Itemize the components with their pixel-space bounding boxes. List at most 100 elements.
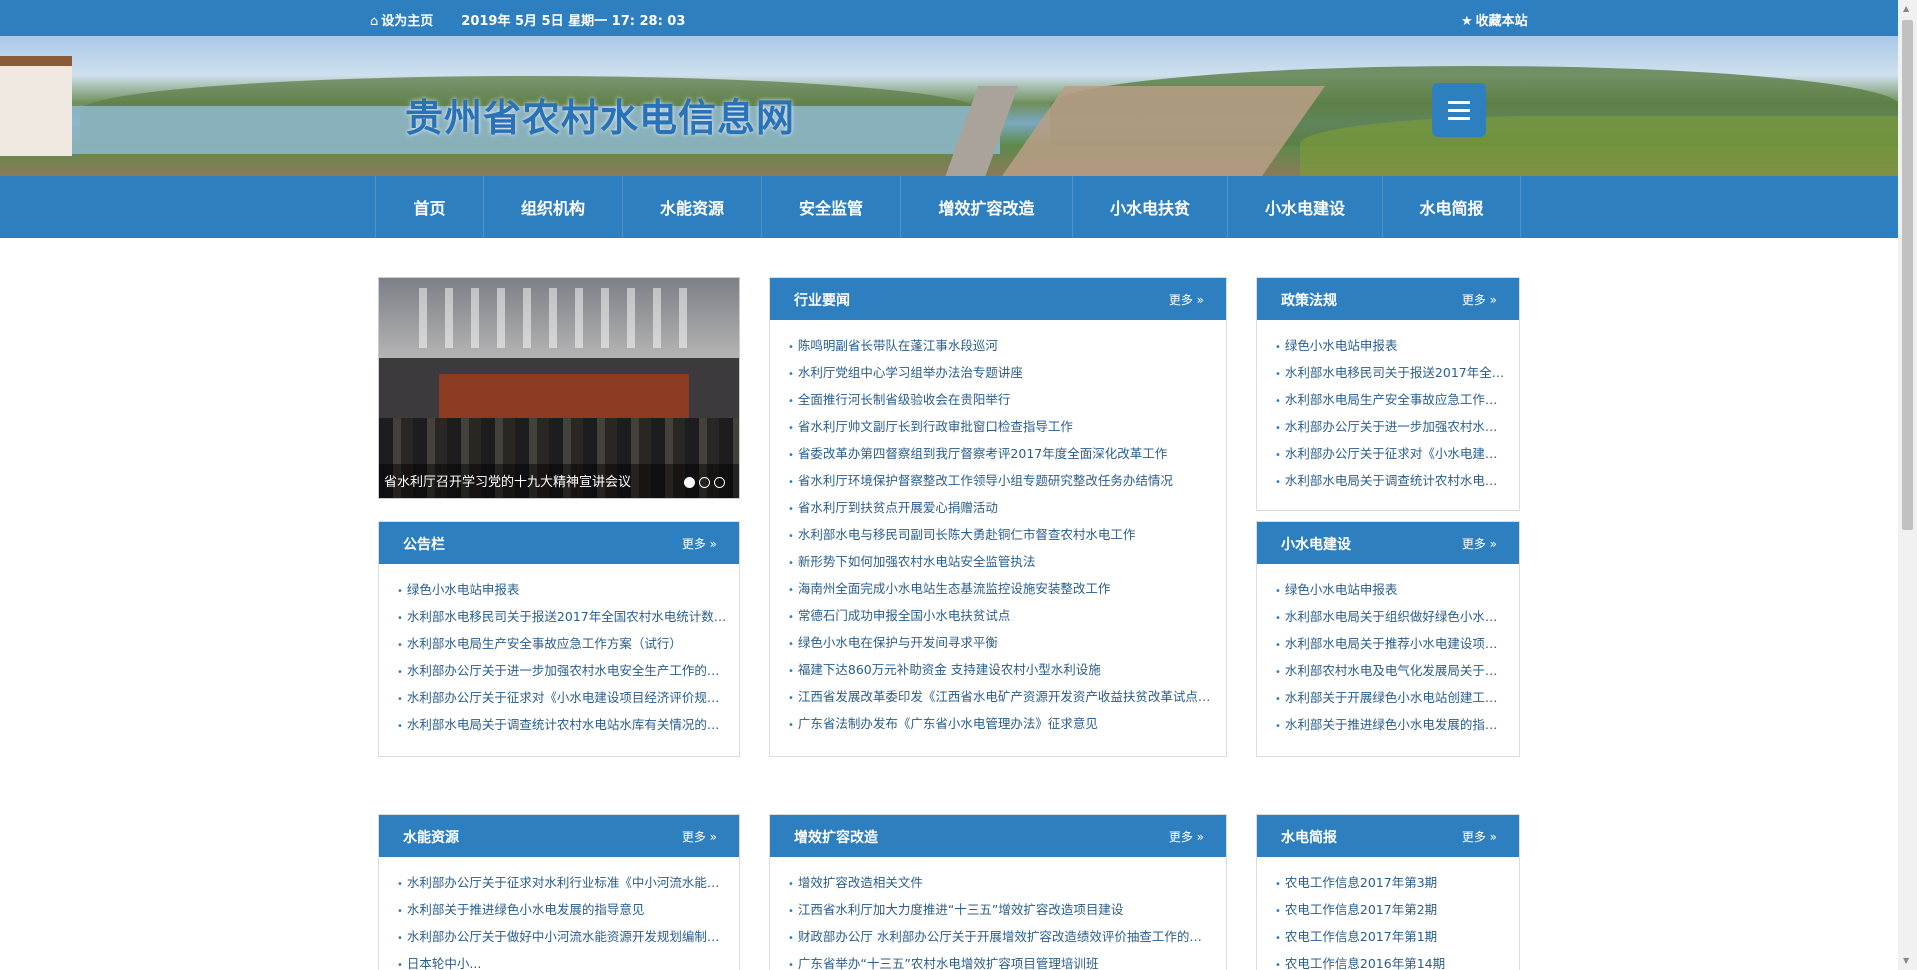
news-list-item[interactable]: 省水利厅环境保护督察整改工作领导小组专题研究整改任务办结情况 bbox=[788, 467, 1226, 494]
nav-item-upgrade[interactable]: 增效扩容改造 bbox=[901, 176, 1073, 238]
news-list-item[interactable]: 水利部办公厅关于进一步加强农村水电安全生产工作的通知 bbox=[397, 657, 739, 684]
news-list-item[interactable]: 水利部水电局关于调查统计农村水电站水库有关情况的通知 bbox=[397, 711, 739, 738]
slide-dot[interactable] bbox=[699, 477, 710, 488]
nav-item-bulletin[interactable]: 水电简报 bbox=[1383, 176, 1521, 238]
news-list-item[interactable]: 绿色小水电站申报表 bbox=[397, 576, 739, 603]
scroll-up-icon[interactable]: ▲ bbox=[1903, 4, 1909, 13]
news-list: 增效扩容改造相关文件江西省水利厅加大力度推进“十三五”增效扩容改造项目建设财政部… bbox=[770, 857, 1226, 970]
nav-item-safety[interactable]: 安全监管 bbox=[762, 176, 901, 238]
news-list-item[interactable]: 省水利厅到扶贫点开展爱心捐赠活动 bbox=[788, 494, 1226, 521]
news-list-item[interactable]: 常德石门成功申报全国小水电扶贫试点 bbox=[788, 602, 1226, 629]
panel-header: 小水电建设 更多 » bbox=[1257, 522, 1519, 564]
home-icon: ⌂ bbox=[370, 14, 379, 29]
news-list-item[interactable]: 水利部关于推进绿色小水电发展的指导意见 bbox=[1275, 711, 1519, 738]
news-list: 绿色小水电站申报表水利部水电移民司关于报送2017年全国农村水电统计数据的通知水… bbox=[379, 564, 739, 738]
bookmark-link[interactable]: ★ 收藏本站 bbox=[1461, 10, 1528, 29]
set-home-label: 设为主页 bbox=[381, 14, 434, 29]
news-list-item[interactable]: 农电工作信息2016年第14期 bbox=[1275, 950, 1519, 970]
news-list-item[interactable]: 水利部办公厅关于征求对《小水电建设项目经济评价规程》意见的函 bbox=[1275, 440, 1519, 467]
more-link[interactable]: 更多 » bbox=[1462, 535, 1497, 552]
more-link[interactable]: 更多 » bbox=[1462, 291, 1497, 308]
scroll-down-icon[interactable]: ▼ bbox=[1903, 956, 1909, 965]
news-list-item[interactable]: 农电工作信息2017年第1期 bbox=[1275, 923, 1519, 950]
news-list-item[interactable]: 农电工作信息2017年第2期 bbox=[1275, 896, 1519, 923]
news-list-item[interactable]: 绿色小水电站申报表 bbox=[1275, 332, 1519, 359]
news-list-item[interactable]: 水利部办公厅关于进一步加强农村水电安全生产工作的通知 bbox=[1275, 413, 1519, 440]
slide-dot[interactable] bbox=[714, 477, 725, 488]
more-link[interactable]: 更多 » bbox=[682, 828, 717, 845]
news-list-item[interactable]: 水利部办公厅关于征求对《小水电建设项目经济评价规程》意见的函 bbox=[397, 684, 739, 711]
news-list-item[interactable]: 广东省举办“十三五”农村水电增效扩容项目管理培训班 bbox=[788, 950, 1226, 970]
header-banner: 贵州省农村水电信息网 bbox=[0, 36, 1898, 176]
bookmark-label: 收藏本站 bbox=[1475, 14, 1528, 29]
nav-item-resources[interactable]: 水能资源 bbox=[623, 176, 762, 238]
scrollbar-thumb[interactable] bbox=[1902, 20, 1913, 530]
more-link[interactable]: 更多 » bbox=[1169, 828, 1204, 845]
banner-scenery bbox=[0, 56, 72, 156]
news-list-item[interactable]: 水利部办公厅关于做好中小河流水能资源开发规划编制工作的通知 bbox=[397, 923, 739, 950]
news-list-item[interactable]: 省委改革办第四督察组到我厅督察考评2017年度全面深化改革工作 bbox=[788, 440, 1226, 467]
panel-header: 公告栏 更多 » bbox=[379, 522, 739, 564]
nav-item-construction[interactable]: 小水电建设 bbox=[1228, 176, 1383, 238]
more-link[interactable]: 更多 » bbox=[1462, 828, 1497, 845]
news-list-item[interactable]: 江西省水利厅加大力度推进“十三五”增效扩容改造项目建设 bbox=[788, 896, 1226, 923]
news-list-item[interactable]: 水利部水电局关于推荐小水电建设项目的通知 bbox=[1275, 630, 1519, 657]
news-list-item[interactable]: 日本轮中小... bbox=[397, 950, 739, 970]
panel-title: 政策法规 bbox=[1281, 293, 1337, 309]
news-list-item[interactable]: 水利部水电局关于调查统计农村水电站水库有关情况的通知 bbox=[1275, 467, 1519, 494]
news-list: 绿色小水电站申报表水利部水电移民司关于报送2017年全国农村水电统计数据的通知水… bbox=[1257, 320, 1519, 494]
news-list-item[interactable]: 水利部水电移民司关于报送2017年全国农村水电统计数据的通知 bbox=[397, 603, 739, 630]
news-list-item[interactable]: 水利部水电局生产安全事故应急工作方案（试行） bbox=[1275, 386, 1519, 413]
panel-notice: 公告栏 更多 » 绿色小水电站申报表水利部水电移民司关于报送2017年全国农村水电统… bbox=[378, 521, 740, 757]
nav-item-organization[interactable]: 组织机构 bbox=[484, 176, 623, 238]
news-list-item[interactable]: 农电工作信息2017年第3期 bbox=[1275, 869, 1519, 896]
news-list-item[interactable]: 增效扩容改造相关文件 bbox=[788, 869, 1226, 896]
panel-title: 公告栏 bbox=[403, 537, 445, 553]
news-list-item[interactable]: 水利部关于推进绿色小水电发展的指导意见 bbox=[397, 896, 739, 923]
banner-scenery bbox=[1300, 116, 1898, 176]
more-link[interactable]: 更多 » bbox=[1169, 291, 1204, 308]
news-list-item[interactable]: 江西省发展改革委印发《江西省水电矿产资源开发资产收益扶贫改革试点方案》 bbox=[788, 683, 1226, 710]
news-list-item[interactable]: 福建下达860万元补助资金 支持建设农村小型水利设施 bbox=[788, 656, 1226, 683]
news-list: 陈鸣明副省长带队在蓬江事水段巡河水利厅党组中心学习组举办法治专题讲座全面推行河长… bbox=[770, 320, 1226, 737]
news-list-item[interactable]: 水利部办公厅关于征求对水利行业标准《中小河流水能开发规划编制规程》意见的函 bbox=[397, 869, 739, 896]
site-title[interactable]: 贵州省农村水电信息网 bbox=[405, 87, 795, 142]
news-list-item[interactable]: 水利部水电移民司关于报送2017年全国农村水电统计数据的通知 bbox=[1275, 359, 1519, 386]
news-list-item[interactable]: 水利部水电与移民司副司长陈大勇赴铜仁市督查农村水电工作 bbox=[788, 521, 1226, 548]
nav-item-home[interactable]: 首页 bbox=[376, 176, 484, 238]
page-scrollbar[interactable]: ▲ ▼ bbox=[1898, 0, 1917, 970]
more-link[interactable]: 更多 » bbox=[682, 535, 717, 552]
news-list-item[interactable]: 水利厅党组中心学习组举办法治专题讲座 bbox=[788, 359, 1226, 386]
panel-policy: 政策法规 更多 » 绿色小水电站申报表水利部水电移民司关于报送2017年全国农村水电… bbox=[1256, 277, 1520, 511]
slide-dot[interactable] bbox=[684, 477, 695, 488]
main-nav: 首页 组织机构 水能资源 安全监管 增效扩容改造 小水电扶贫 小水电建设 水电简… bbox=[0, 176, 1898, 238]
news-list-item[interactable]: 新形势下如何加强农村水电站安全监管执法 bbox=[788, 548, 1226, 575]
slide-caption[interactable]: 省水利厅召开学习党的十九大精神宣讲会议 bbox=[384, 471, 631, 490]
news-list-item[interactable]: 绿色小水电在保护与开发间寻求平衡 bbox=[788, 629, 1226, 656]
news-list-item[interactable]: 水利部水电局关于组织做好绿色小水电站评价工作的通知 bbox=[1275, 603, 1519, 630]
news-list-item[interactable]: 水利部农村水电及电气化发展局关于开展调研的通知 bbox=[1275, 657, 1519, 684]
slide-photo bbox=[439, 374, 689, 424]
news-list-item[interactable]: 海南州全面完成小水电站生态基流监控设施安装整改工作 bbox=[788, 575, 1226, 602]
panel-title: 水电简报 bbox=[1281, 830, 1337, 846]
news-list-item[interactable]: 全面推行河长制省级验收会在贵阳举行 bbox=[788, 386, 1226, 413]
banner-scenery bbox=[994, 86, 1326, 176]
panel-title: 行业要闻 bbox=[794, 293, 850, 309]
top-bar: ⌂ 设为主页 2019年 5月 5日 星期一 17: 28: 03 ★ 收藏本站 bbox=[0, 0, 1898, 36]
news-list-item[interactable]: 省水利厅帅文副厅长到行政审批窗口检查指导工作 bbox=[788, 413, 1226, 440]
hamburger-menu-icon[interactable] bbox=[1432, 83, 1486, 137]
panel-bulletin: 水电简报 更多 » 农电工作信息2017年第3期农电工作信息2017年第2期农电工作… bbox=[1256, 814, 1520, 970]
set-home-link[interactable]: ⌂ 设为主页 bbox=[370, 10, 433, 29]
news-slideshow[interactable]: 省水利厅召开学习党的十九大精神宣讲会议 bbox=[378, 277, 740, 499]
news-list-item[interactable]: 广东省法制办发布《广东省小水电管理办法》征求意见 bbox=[788, 710, 1226, 737]
panel-construction: 小水电建设 更多 » 绿色小水电站申报表水利部水电局关于组织做好绿色小水电站评价工作… bbox=[1256, 521, 1520, 757]
nav-item-poverty[interactable]: 小水电扶贫 bbox=[1073, 176, 1228, 238]
news-list-item[interactable]: 绿色小水电站申报表 bbox=[1275, 576, 1519, 603]
news-list-item[interactable]: 水利部关于开展绿色小水电站创建工作的通知 bbox=[1275, 684, 1519, 711]
top-bar-left: ⌂ 设为主页 2019年 5月 5日 星期一 17: 28: 03 bbox=[370, 10, 685, 29]
news-list-item[interactable]: 陈鸣明副省长带队在蓬江事水段巡河 bbox=[788, 332, 1226, 359]
panel-industry-news: 行业要闻 更多 » 陈鸣明副省长带队在蓬江事水段巡河水利厅党组中心学习组举办法治专题… bbox=[769, 277, 1227, 757]
panel-upgrade: 增效扩容改造 更多 » 增效扩容改造相关文件江西省水利厅加大力度推进“十三五”增效扩… bbox=[769, 814, 1227, 970]
news-list-item[interactable]: 财政部办公厅 水利部办公厅关于开展增效扩容改造绩效评价抽查工作的通知 bbox=[788, 923, 1226, 950]
news-list-item[interactable]: 水利部水电局生产安全事故应急工作方案（试行） bbox=[397, 630, 739, 657]
